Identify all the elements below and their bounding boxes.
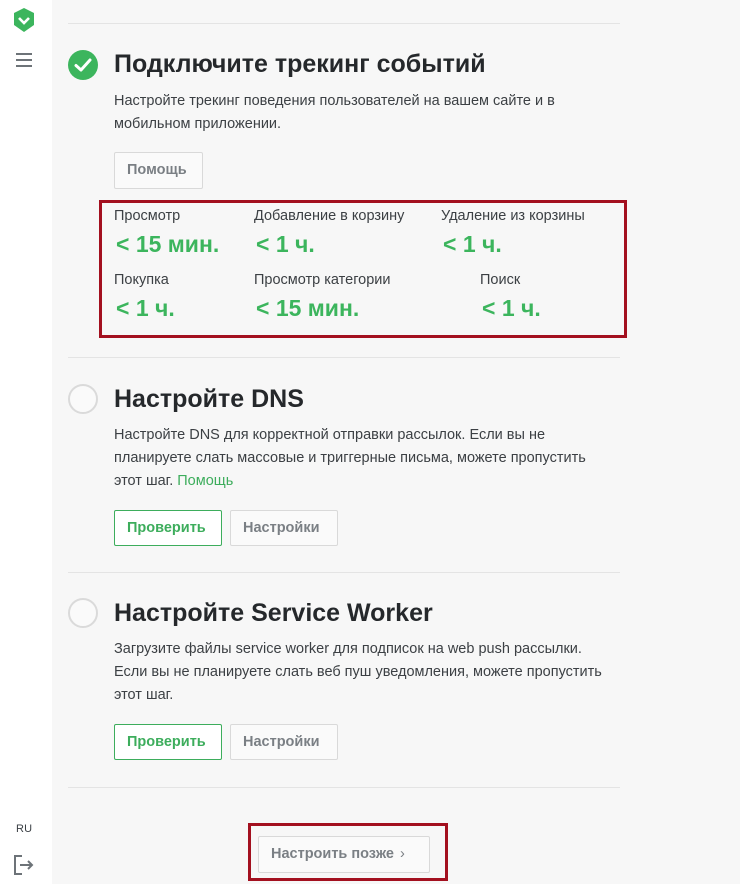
divider: [68, 572, 620, 573]
step-description-service-worker: Загрузите файлы service worker для подпи…: [114, 641, 602, 703]
metric-label: Добавление в корзину: [254, 208, 405, 224]
settings-button-dns[interactable]: Настройки: [230, 510, 338, 546]
metric-label: Просмотр категории: [254, 272, 391, 288]
verify-button-dns[interactable]: Проверить: [114, 510, 222, 546]
setup-steps-panel: Подключите трекинг событий Настройте тре…: [52, 0, 740, 884]
step-description-dns: Настройте DNS для корректной отправки ра…: [114, 424, 614, 493]
step-pending-circle-icon: [68, 598, 98, 628]
divider: [68, 787, 620, 788]
configure-later-label: Настроить позже: [271, 846, 394, 862]
help-link-dns[interactable]: Помощь: [177, 473, 233, 489]
metric-value: < 15 мин.: [256, 295, 360, 321]
app-logo-icon[interactable]: [13, 8, 35, 32]
metric-label: Удаление из корзины: [441, 208, 585, 224]
metric-value: < 1 ч.: [116, 295, 175, 321]
metric-value: < 1 ч.: [443, 231, 502, 257]
configure-later-button[interactable]: Настроить позже ›: [258, 836, 430, 873]
metric-label: Просмотр: [114, 208, 181, 224]
metric-value: < 1 ч.: [256, 231, 315, 257]
step-description-tracking: Настройте трекинг поведения пользователе…: [114, 93, 555, 132]
step-title-dns: Настройте DNS: [114, 385, 304, 413]
step-pending-circle-icon: [68, 384, 98, 414]
chevron-right-icon: ›: [400, 846, 405, 862]
divider: [68, 357, 620, 358]
settings-button-service-worker[interactable]: Настройки: [230, 724, 338, 760]
menu-icon[interactable]: [16, 53, 32, 67]
step-title-service-worker: Настройте Service Worker: [114, 599, 433, 627]
help-button-tracking[interactable]: Помощь: [114, 152, 203, 189]
language-switch[interactable]: RU: [16, 823, 32, 835]
step-title-tracking: Подключите трекинг событий: [114, 50, 486, 78]
metric-label: Поиск: [480, 272, 521, 288]
metric-value: < 15 мин.: [116, 231, 220, 257]
divider: [68, 23, 620, 24]
metric-label: Покупка: [114, 272, 169, 288]
sidebar: RU: [0, 0, 52, 884]
logout-icon[interactable]: [13, 855, 35, 875]
verify-button-service-worker[interactable]: Проверить: [114, 724, 222, 760]
step-done-check-icon: [68, 50, 98, 80]
metric-value: < 1 ч.: [482, 295, 541, 321]
